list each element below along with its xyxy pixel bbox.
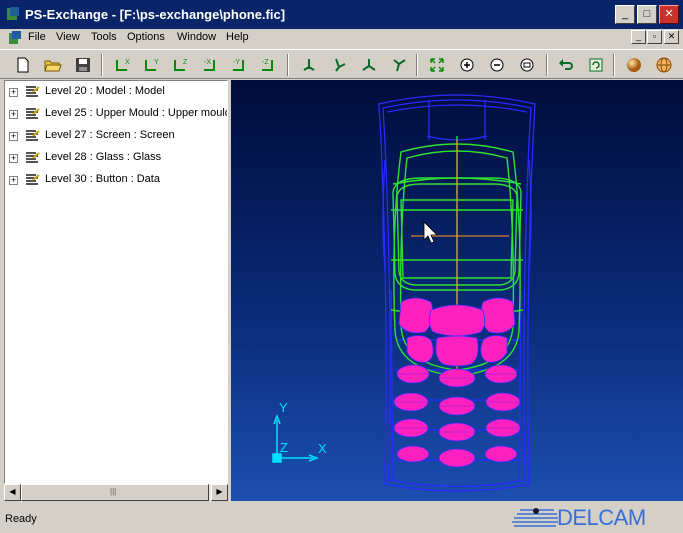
- zoom-in-icon[interactable]: [456, 54, 478, 76]
- maximize-button[interactable]: □: [637, 5, 657, 24]
- menu-help[interactable]: Help: [226, 31, 249, 43]
- menu-options[interactable]: Options: [127, 31, 165, 43]
- view-axis-neg-x-icon[interactable]: -X: [199, 54, 221, 76]
- toolbar: X Y Z -X -Y -Z: [0, 49, 683, 79]
- status-text: Ready: [5, 513, 37, 525]
- axis-label-x: X: [318, 441, 327, 456]
- wireframe-sphere-icon[interactable]: [653, 54, 675, 76]
- menu-view[interactable]: View: [56, 31, 80, 43]
- menu-file[interactable]: File: [28, 31, 46, 43]
- layer-icon: [26, 174, 40, 185]
- tree-item-label: Level 28 : Glass : Glass: [45, 151, 162, 163]
- view-axis-y-icon[interactable]: Y: [141, 54, 163, 76]
- layer-icon: [26, 108, 40, 119]
- undo-view-icon[interactable]: [555, 54, 577, 76]
- zoom-window-icon[interactable]: [516, 54, 538, 76]
- expand-toggle[interactable]: +: [9, 132, 18, 141]
- menu-bar: File View Tools Options Window Help _ ▫ …: [0, 29, 683, 47]
- view-axis-z-icon[interactable]: Z: [170, 54, 192, 76]
- toolbar-separator: [613, 54, 615, 76]
- tree-item-label: Level 27 : Screen : Screen: [45, 129, 175, 141]
- menu-tools[interactable]: Tools: [91, 31, 117, 43]
- app-icon: [7, 7, 19, 20]
- tree-item-label: Level 25 : Upper Mould : Upper mould: [45, 107, 228, 119]
- delcam-logo: DELCAM: [510, 504, 680, 530]
- mdi-restore-button[interactable]: ▫: [647, 30, 662, 44]
- level-tree[interactable]: + Level 20 : Model : Model + Level 25 : …: [4, 80, 228, 484]
- refresh-icon[interactable]: [585, 54, 607, 76]
- view-axis-neg-y-icon[interactable]: -Y: [228, 54, 250, 76]
- shaded-sphere-icon[interactable]: [623, 54, 645, 76]
- scroll-thumb[interactable]: |||: [21, 484, 209, 501]
- zoom-out-icon[interactable]: [486, 54, 508, 76]
- toolbar-separator: [287, 54, 289, 76]
- scroll-right-button[interactable]: ▶: [211, 484, 228, 501]
- minimize-button[interactable]: _: [615, 5, 635, 24]
- 3d-viewport[interactable]: Y Z X: [231, 80, 683, 501]
- axis-label-y: Y: [279, 400, 288, 415]
- delcam-logo-text: DELCAM: [557, 505, 646, 530]
- tree-item-label: Level 30 : Button : Data: [45, 173, 160, 185]
- view-iso-3-icon[interactable]: [358, 54, 380, 76]
- view-axis-x-icon[interactable]: X: [112, 54, 134, 76]
- open-folder-icon[interactable]: [42, 54, 64, 76]
- save-disk-icon[interactable]: [72, 54, 94, 76]
- expand-toggle[interactable]: +: [9, 88, 18, 97]
- mdi-close-button[interactable]: ✕: [664, 30, 679, 44]
- view-iso-1-icon[interactable]: [298, 54, 320, 76]
- mdi-minimize-button[interactable]: _: [631, 30, 646, 44]
- zoom-extents-icon[interactable]: [426, 54, 448, 76]
- document-icon[interactable]: [7, 30, 23, 46]
- menu-window[interactable]: Window: [177, 31, 216, 43]
- delcam-logo-mark: [512, 508, 558, 527]
- layer-icon: [26, 86, 40, 97]
- tree-item-label: Level 20 : Model : Model: [45, 85, 165, 97]
- svg-text:Y: Y: [154, 59, 159, 66]
- layer-icon: [26, 130, 40, 141]
- view-iso-2-icon[interactable]: [328, 54, 350, 76]
- svg-text:-X: -X: [204, 59, 211, 66]
- window-title: PS-Exchange - [F:\ps-exchange\phone.fic]: [25, 7, 286, 22]
- scroll-thumb-grip: |||: [110, 487, 117, 496]
- scroll-left-button[interactable]: ◀: [4, 484, 21, 501]
- title-bar[interactable]: PS-Exchange - [F:\ps-exchange\phone.fic]…: [0, 0, 683, 29]
- phone-model-wireframe: [272, 94, 536, 492]
- axis-label-z: Z: [280, 440, 288, 455]
- toolbar-separator: [416, 54, 418, 76]
- toolbar-separator: [101, 54, 103, 76]
- expand-toggle[interactable]: +: [9, 110, 18, 119]
- view-axis-neg-z-icon[interactable]: -Z: [257, 54, 279, 76]
- tree-horizontal-scrollbar[interactable]: ◀ ||| ▶: [4, 484, 228, 501]
- svg-text:X: X: [125, 59, 130, 66]
- expand-toggle[interactable]: +: [9, 154, 18, 163]
- svg-text:-Z: -Z: [262, 59, 269, 66]
- svg-text:-Y: -Y: [233, 59, 240, 66]
- view-iso-4-icon[interactable]: [388, 54, 410, 76]
- new-file-icon[interactable]: [12, 54, 34, 76]
- layer-icon: [26, 152, 40, 163]
- expand-toggle[interactable]: +: [9, 176, 18, 185]
- close-button[interactable]: ✕: [659, 5, 679, 24]
- toolbar-separator: [546, 54, 548, 76]
- svg-text:Z: Z: [183, 59, 188, 66]
